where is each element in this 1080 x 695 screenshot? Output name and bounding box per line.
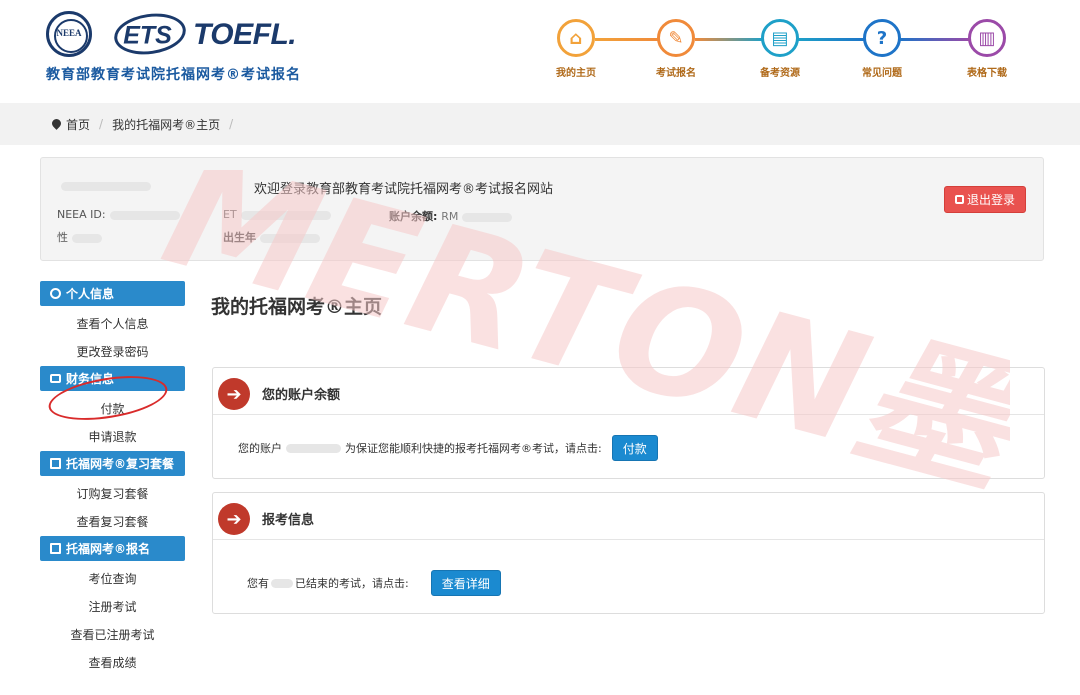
nav-label: 常见问题 bbox=[862, 68, 902, 79]
welcome-title: 欢迎登录教育部教育考试院托福网考®考试报名网站 bbox=[254, 182, 554, 197]
ets-id-field: ET bbox=[223, 208, 331, 221]
arrow-right-icon: ➔ bbox=[218, 378, 250, 410]
nav-item-resources[interactable]: ▤ 备考资源 bbox=[735, 19, 825, 79]
balance-panel: ➔ 您的账户余额 您的账户 为保证您能顺利快捷的报考托福网考®考试，请点击: 付… bbox=[212, 367, 1045, 479]
panel-header: ➔ 报考信息 bbox=[213, 493, 1044, 540]
nav-item-downloads[interactable]: ▥ 表格下载 bbox=[942, 19, 1032, 79]
page-title: 我的托福网考®主页 bbox=[211, 296, 383, 318]
balance-prefix: RM bbox=[441, 210, 459, 223]
sidebar-section-registration[interactable]: 托福网考®报名 bbox=[40, 536, 185, 561]
pay-button[interactable]: 付款 bbox=[611, 435, 658, 461]
arrow-right-icon: ➔ bbox=[218, 503, 250, 535]
sidebar-item-view-scores[interactable]: 查看成绩 bbox=[40, 654, 185, 671]
sidebar-item-change-password[interactable]: 更改登录密码 bbox=[40, 343, 185, 360]
birth-field: 出生年 bbox=[223, 229, 320, 245]
sign-out-icon bbox=[954, 195, 964, 204]
book-icon bbox=[50, 458, 61, 469]
sidebar-section-personal[interactable]: 个人信息 bbox=[40, 281, 185, 306]
sidebar-section-title: 托福网考®复习套餐 bbox=[66, 457, 175, 471]
toefl-logo[interactable]: TOEFL. bbox=[193, 18, 297, 52]
sidebar-item-view-profile[interactable]: 查看个人信息 bbox=[40, 315, 185, 332]
breadcrumb: 首页 / 我的托福网考®主页 / bbox=[0, 103, 1080, 145]
sidebar-item-refund[interactable]: 申请退款 bbox=[40, 428, 185, 445]
breadcrumb-current: 我的托福网考®主页 bbox=[112, 117, 221, 132]
panel-body: 您有 已结束的考试，请点击: 查看详细 bbox=[247, 570, 501, 596]
logout-button[interactable]: 退出登录 bbox=[944, 186, 1026, 213]
neea-id-field: NEEA ID: bbox=[57, 208, 180, 221]
gender-field: 性 bbox=[57, 229, 102, 245]
panel-body: 您的账户 为保证您能顺利快捷的报考托福网考®考试，请点击: 付款 bbox=[238, 435, 658, 461]
nav-label: 考试报名 bbox=[656, 68, 696, 79]
document-icon: ▥ bbox=[968, 19, 1006, 57]
user-icon bbox=[50, 288, 61, 299]
sidebar-item-view-package[interactable]: 查看复习套餐 bbox=[40, 513, 185, 530]
breadcrumb-separator: / bbox=[229, 117, 234, 131]
nav-label: 我的主页 bbox=[556, 68, 596, 79]
welcome-panel: 欢迎登录教育部教育考试院托福网考®考试报名网站 NEEA ID: ET 账户余额… bbox=[40, 157, 1044, 261]
logout-label: 退出登录 bbox=[966, 193, 1015, 207]
exam-info-panel: ➔ 报考信息 您有 已结束的考试，请点击: 查看详细 bbox=[212, 492, 1045, 614]
sidebar-item-order-package[interactable]: 订购复习套餐 bbox=[40, 485, 185, 502]
nav-label: 备考资源 bbox=[760, 68, 800, 79]
balance-label: 账户余额: bbox=[389, 210, 438, 223]
neea-seal-text: NEEA bbox=[56, 28, 82, 38]
sidebar-item-registered-exams[interactable]: 查看已注册考试 bbox=[40, 626, 185, 643]
nav-item-register[interactable]: ✎ 考试报名 bbox=[631, 19, 721, 79]
sidebar-section-title: 托福网考®报名 bbox=[66, 542, 151, 556]
breadcrumb-separator: / bbox=[99, 117, 104, 131]
panel-title: 报考信息 bbox=[262, 513, 315, 528]
nav-label: 表格下载 bbox=[967, 68, 1007, 79]
card-icon bbox=[50, 374, 61, 383]
ets-logo-text: ETS bbox=[123, 21, 172, 50]
exam-text-end: 已结束的考试，请点击: bbox=[295, 577, 409, 590]
question-icon: ? bbox=[863, 19, 901, 57]
nav-item-faq[interactable]: ? 常见问题 bbox=[837, 19, 927, 79]
nav-item-home[interactable]: ⌂ 我的主页 bbox=[531, 19, 621, 79]
redacted-name bbox=[61, 182, 151, 191]
sidebar-section-title: 个人信息 bbox=[66, 287, 115, 301]
home-icon: ⌂ bbox=[557, 19, 595, 57]
neea-seal-logo[interactable]: NEEA bbox=[46, 11, 92, 57]
neea-id-label: NEEA ID: bbox=[57, 208, 106, 221]
balance-text-start: 您的账户 bbox=[238, 442, 282, 455]
site-header: NEEA ETS TOEFL. 教育部教育考试院托福网考®考试报名 ⌂ 我的主页… bbox=[0, 0, 1080, 103]
map-pin-icon bbox=[50, 116, 63, 130]
sidebar-item-register-exam[interactable]: 注册考试 bbox=[40, 598, 185, 615]
balance-text-end: 为保证您能顺利快捷的报考托福网考®考试，请点击: bbox=[345, 442, 602, 455]
panel-header: ➔ 您的账户余额 bbox=[213, 368, 1044, 415]
ets-logo[interactable]: ETS bbox=[111, 9, 189, 59]
calendar-icon: ▤ bbox=[761, 19, 799, 57]
edit-icon: ✎ bbox=[657, 19, 695, 57]
panel-title: 您的账户余额 bbox=[262, 388, 341, 403]
book-icon bbox=[50, 543, 61, 554]
birth-label: 出生年 bbox=[223, 231, 256, 244]
site-subtitle: 教育部教育考试院托福网考®考试报名 bbox=[46, 67, 301, 83]
ets-id-label: ET bbox=[223, 208, 237, 221]
view-details-button[interactable]: 查看详细 bbox=[430, 570, 501, 596]
breadcrumb-home[interactable]: 首页 bbox=[66, 116, 90, 133]
sidebar-section-prep-package[interactable]: 托福网考®复习套餐 bbox=[40, 451, 185, 476]
sidebar-item-seat-search[interactable]: 考位查询 bbox=[40, 570, 185, 587]
gender-label: 性 bbox=[57, 231, 68, 244]
balance-field: 账户余额: RM bbox=[389, 208, 513, 224]
exam-text-start: 您有 bbox=[247, 577, 269, 590]
